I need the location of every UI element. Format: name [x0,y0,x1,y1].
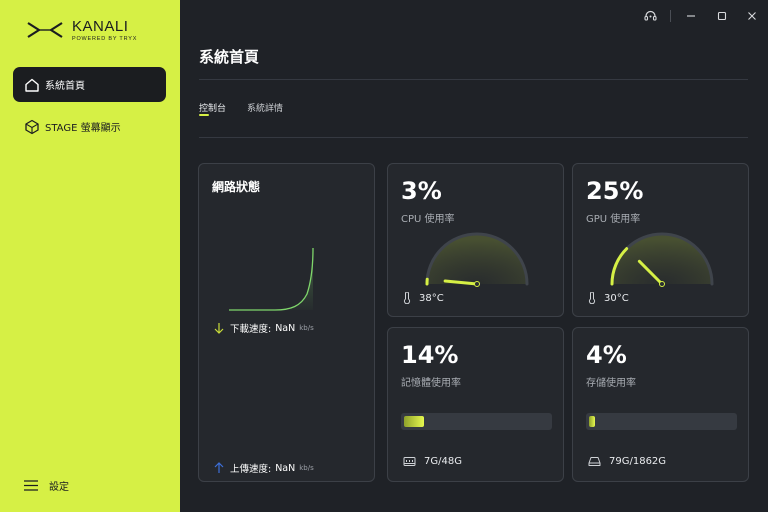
gpu-gauge [610,232,714,287]
cpu-temperature: 38°C [403,292,444,304]
settings-label: 設定 [49,482,69,493]
memory-usage-value: 14% [401,341,459,369]
minimize-icon [687,15,695,17]
ram-icon [403,456,416,467]
network-title: 網路狀態 [212,180,261,194]
page-title: 系統首頁 [199,48,260,66]
cpu-usage-card: 3% CPU 使用率 38°C [387,163,564,317]
sidebar: KANALI POWERED BY TRYX 系統首頁 STAGE 螢幕顯示 設… [0,0,180,512]
tab-dashboard[interactable]: 控制台 [199,101,226,114]
network-chart [229,247,314,311]
gpu-usage-value: 25% [586,177,644,205]
minimize-button[interactable] [685,9,697,23]
download-speed-value: NaN [275,322,296,334]
cpu-gauge [425,232,529,287]
cpu-usage-label: CPU 使用率 [401,214,455,225]
cpu-temperature-value: 38°C [419,292,444,304]
close-icon [748,12,756,20]
thermometer-icon [588,292,596,304]
home-icon [23,76,41,94]
storage-usage-bar [586,413,737,430]
storage-usage-bar-fill [589,416,595,427]
storage-usage-label: 存儲使用率 [586,378,636,389]
active-tab-indicator [199,114,209,116]
network-status-card: 網路狀態 下載速度: NaN kb/s 上傳速度: NaN kb/s [198,163,375,482]
hexagon-icon [23,118,41,136]
kanali-logo-icon [27,22,63,38]
sidebar-item-label: 系統首頁 [45,81,85,92]
thermometer-icon [403,292,411,304]
memory-capacity: 7G/48G [403,456,462,467]
close-button[interactable] [746,9,758,23]
maximize-button[interactable] [716,9,728,23]
headset-icon [643,10,657,21]
gpu-temperature: 30°C [588,292,629,304]
memory-usage-bar-fill [404,416,425,427]
arrow-down-icon [213,322,225,334]
tab-system-details[interactable]: 系統詳情 [247,101,283,114]
download-speed-label: 下載速度: [230,324,272,335]
upload-speed: 上傳速度: NaN kb/s [213,461,314,475]
gpu-temperature-value: 30°C [604,292,629,304]
download-speed: 下載速度: NaN kb/s [213,321,314,335]
upload-speed-unit: kb/s [299,464,314,472]
gpu-usage-label: GPU 使用率 [586,214,641,225]
sidebar-item-stage[interactable]: STAGE 螢幕顯示 [13,109,166,144]
upload-speed-value: NaN [275,462,296,474]
download-speed-unit: kb/s [299,324,314,332]
tabs-divider [199,137,748,138]
storage-usage-card: 4% 存儲使用率 79G/1862G [572,327,749,482]
memory-usage-bar [401,413,552,430]
storage-capacity-value: 79G/1862G [609,456,667,467]
memory-usage-label: 記憶體使用率 [401,378,461,389]
hard-drive-icon [588,456,601,467]
hamburger-menu-icon [24,480,38,491]
settings-button[interactable]: 設定 [24,478,69,493]
app-name: KANALI [72,18,129,35]
sidebar-item-label: STAGE 螢幕顯示 [45,123,121,134]
maximize-icon [717,11,727,21]
cpu-usage-value: 3% [401,177,442,205]
upload-speed-label: 上傳速度: [230,464,272,475]
memory-capacity-value: 7G/48G [424,456,462,467]
support-button[interactable] [643,9,657,23]
arrow-up-icon [213,462,225,474]
app-logo: KANALI POWERED BY TRYX [26,18,137,42]
sidebar-item-home[interactable]: 系統首頁 [13,67,166,102]
storage-capacity: 79G/1862G [588,456,666,467]
titlebar-divider [670,10,671,22]
storage-usage-value: 4% [586,341,627,369]
memory-usage-card: 14% 記憶體使用率 7G/48G [387,327,564,482]
header-divider [199,79,748,80]
app-tagline: POWERED BY TRYX [72,36,138,42]
gpu-usage-card: 25% GPU 使用率 30°C [572,163,749,317]
